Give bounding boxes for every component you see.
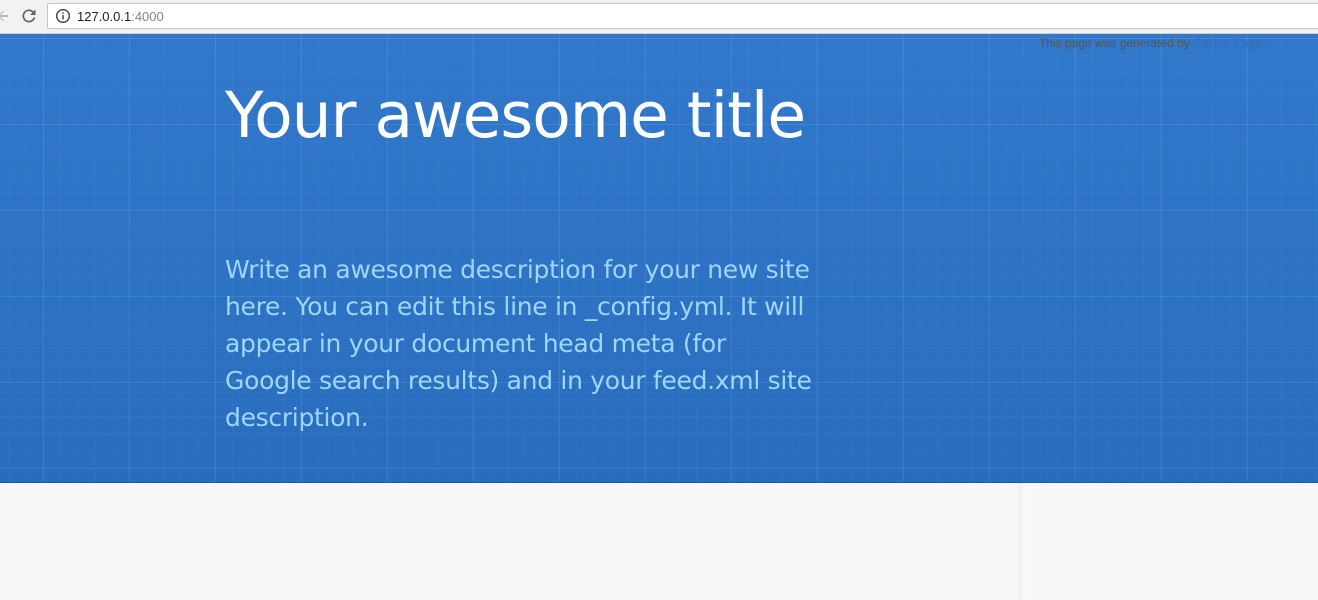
url-port: :4000 [131, 9, 164, 24]
browser-toolbar: 127.0.0.1:4000 [0, 0, 1318, 34]
reload-button[interactable] [20, 7, 38, 25]
site-title: Your awesome title [225, 79, 806, 152]
footer-credits: This page was generated by GitHub Pages. [1039, 34, 1289, 52]
site-description: Write an awesome description for your ne… [225, 255, 812, 432]
github-pages-link[interactable]: GitHub Pages [1193, 36, 1268, 50]
info-icon[interactable] [55, 8, 71, 24]
reload-icon [22, 9, 36, 23]
site-header: Your awesome title Write an awesome desc… [0, 34, 1318, 483]
url-text[interactable]: 127.0.0.1:4000 [77, 8, 164, 25]
page-body [0, 483, 1318, 600]
address-bar[interactable]: 127.0.0.1:4000 [47, 3, 1318, 29]
credits-prefix: This page was generated by [1039, 36, 1194, 50]
sidebar-panel [1018, 483, 1318, 600]
url-host: 127.0.0.1 [77, 9, 132, 24]
arrow-left-icon [0, 10, 8, 22]
back-button[interactable] [0, 7, 12, 25]
credits-suffix: . [1267, 36, 1272, 50]
